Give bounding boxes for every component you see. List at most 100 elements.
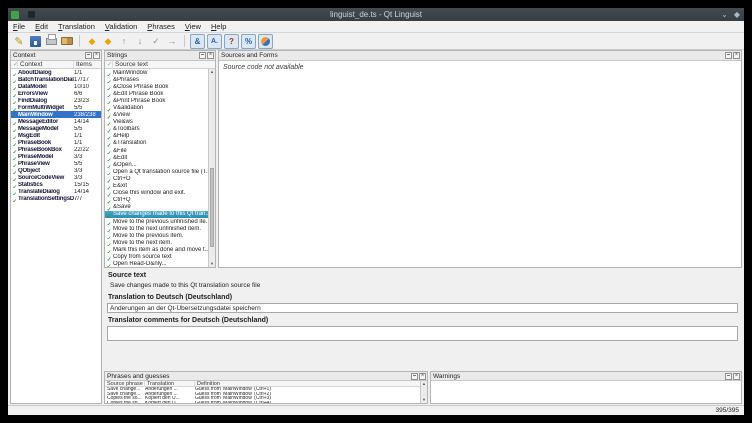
string-row[interactable]: Move to the previous unfinished ite... (105, 218, 208, 225)
context-row[interactable]: ErrorsView 6/6 (11, 90, 101, 97)
scroll-up-icon[interactable]: ▲ (421, 381, 427, 387)
string-row[interactable]: &Toolbars (105, 126, 208, 133)
chevron-down-icon[interactable]: ⌄ (721, 10, 728, 19)
validate-phrase-matches-toggle[interactable] (224, 34, 239, 49)
warnings-panel-titlebar: Warnings (431, 372, 741, 381)
prev-item-button[interactable] (117, 34, 131, 48)
done-icon (11, 97, 18, 104)
string-row[interactable]: Ctrl+O (105, 175, 208, 182)
string-row[interactable]: &Phrases (105, 76, 208, 83)
context-name: PhraseView (18, 161, 74, 167)
close-panel-icon[interactable] (419, 373, 426, 380)
strings-scrollbar[interactable]: ▲ ▼ (208, 69, 215, 267)
string-row[interactable]: Move to the next unfinished item. (105, 225, 208, 232)
save-button[interactable] (30, 36, 41, 47)
string-row[interactable]: V&alidation (105, 104, 208, 111)
string-row[interactable]: &Translation (105, 140, 208, 147)
string-row[interactable]: Ctrl+Q (105, 197, 208, 204)
menu-item[interactable]: Validation (100, 21, 142, 32)
phrases-scrollbar[interactable]: ▲ ▼ (420, 381, 427, 403)
string-row[interactable]: &Edit Phrase Book (105, 90, 208, 97)
window-control-icon[interactable]: ◆ (734, 10, 740, 19)
strings-column-header[interactable]: Source text (105, 61, 215, 69)
menu-item[interactable]: Phrases (142, 21, 180, 32)
context-row[interactable]: AboutDialog 1/1 (11, 69, 101, 76)
validate-accelerators-toggle[interactable] (190, 34, 205, 49)
open-phrase-book-button[interactable] (61, 37, 73, 45)
string-row[interactable]: &Edit (105, 154, 208, 161)
context-row[interactable]: PhraseBook 1/1 (11, 139, 101, 146)
context-row[interactable]: QObject 3/3 (11, 167, 101, 174)
context-row[interactable]: MainWindow 238/238 (11, 111, 101, 118)
context-items-count: 5/5 (74, 126, 101, 132)
done-icon (11, 153, 18, 160)
done-icon (11, 69, 18, 76)
context-row[interactable]: MsgEdit 1/1 (11, 132, 101, 139)
string-row[interactable]: &File (105, 147, 208, 154)
phrase-row[interactable]: Copies the so... Kopiert den U... Guess … (105, 401, 420, 404)
copy-from-source-button[interactable] (165, 34, 179, 48)
context-row[interactable]: SourceCodeView 3/3 (11, 174, 101, 181)
scroll-down-icon[interactable]: ▼ (209, 261, 215, 267)
context-row[interactable]: PhraseBookBox 22/22 (11, 146, 101, 153)
string-row[interactable]: Move to the previous item. (105, 232, 208, 239)
next-unfinished-button[interactable] (101, 34, 115, 48)
next-item-button[interactable] (133, 34, 147, 48)
menu-item[interactable]: File (8, 21, 30, 32)
context-row[interactable]: DataModel 10/10 (11, 83, 101, 90)
source-text: Ctrl+O (113, 176, 208, 182)
scroll-up-icon[interactable]: ▲ (209, 69, 215, 75)
float-panel-icon[interactable] (411, 373, 418, 380)
string-row[interactable]: &Help (105, 133, 208, 140)
context-row[interactable]: TranslationSettingsDialog 7/7 (11, 195, 101, 202)
string-row[interactable]: Mark this item as done and move t... (105, 246, 208, 253)
prev-unfinished-button[interactable] (85, 34, 99, 48)
context-row[interactable]: FormMultiWidget 5/5 (11, 104, 101, 111)
validate-punctuation-toggle[interactable] (207, 34, 222, 49)
context-row[interactable]: PhraseView 5/5 (11, 160, 101, 167)
menu-item[interactable]: Edit (30, 21, 53, 32)
translation-input[interactable] (107, 303, 738, 313)
menu-item[interactable]: Translation (53, 21, 100, 32)
context-row[interactable]: PhraseModel 3/3 (11, 153, 101, 160)
context-row[interactable]: MessageModel 5/5 (11, 125, 101, 132)
float-panel-icon[interactable] (725, 52, 732, 59)
close-panel-icon[interactable] (207, 52, 214, 59)
string-row[interactable]: Open a Qt translation source file (T... (105, 168, 208, 175)
validate-place-markers-toggle[interactable] (241, 34, 256, 49)
string-row[interactable]: &Print Phrase Book (105, 97, 208, 104)
context-row[interactable]: FindDialog 23/23 (11, 97, 101, 104)
float-panel-icon[interactable] (85, 52, 92, 59)
close-panel-icon[interactable] (733, 52, 740, 59)
done-and-next-button[interactable] (149, 34, 163, 48)
context-row[interactable]: Statistics 15/15 (11, 181, 101, 188)
string-row[interactable]: &Open... (105, 161, 208, 168)
form-preview-toggle[interactable] (258, 34, 273, 49)
print-button[interactable] (46, 38, 57, 45)
string-row[interactable]: &View (105, 112, 208, 119)
translator-comments-input[interactable] (107, 326, 738, 341)
string-row[interactable]: Move to the next item. (105, 239, 208, 246)
context-row[interactable]: BatchTranslationDialog 17/17 (11, 76, 101, 83)
scroll-down-icon[interactable]: ▼ (421, 397, 427, 403)
string-row[interactable]: Copy from source text (105, 253, 208, 260)
string-row[interactable]: E&xit (105, 183, 208, 190)
menu-item[interactable]: Help (206, 21, 231, 32)
string-row[interactable]: MainWindow (105, 69, 208, 76)
string-row[interactable]: Vie&ws (105, 119, 208, 126)
context-row[interactable]: MessageEditor 14/14 (11, 118, 101, 125)
close-panel-icon[interactable] (93, 52, 100, 59)
context-row[interactable]: TranslateDialog 14/14 (11, 188, 101, 195)
scrollbar-thumb[interactable] (210, 168, 214, 247)
open-file-button[interactable] (12, 34, 26, 48)
string-row[interactable]: Save changes made to this Qt tran... (105, 211, 208, 218)
menu-item[interactable]: View (180, 21, 206, 32)
string-row[interactable]: Close this window and exit. (105, 190, 208, 197)
string-row[interactable]: &Save (105, 204, 208, 211)
context-column-header[interactable]: Context Items (11, 61, 101, 69)
float-panel-icon[interactable] (725, 373, 732, 380)
string-row[interactable]: Open Read-O&nly... (105, 261, 208, 267)
string-row[interactable]: &Close Phrase Book (105, 83, 208, 90)
close-panel-icon[interactable] (733, 373, 740, 380)
float-panel-icon[interactable] (199, 52, 206, 59)
